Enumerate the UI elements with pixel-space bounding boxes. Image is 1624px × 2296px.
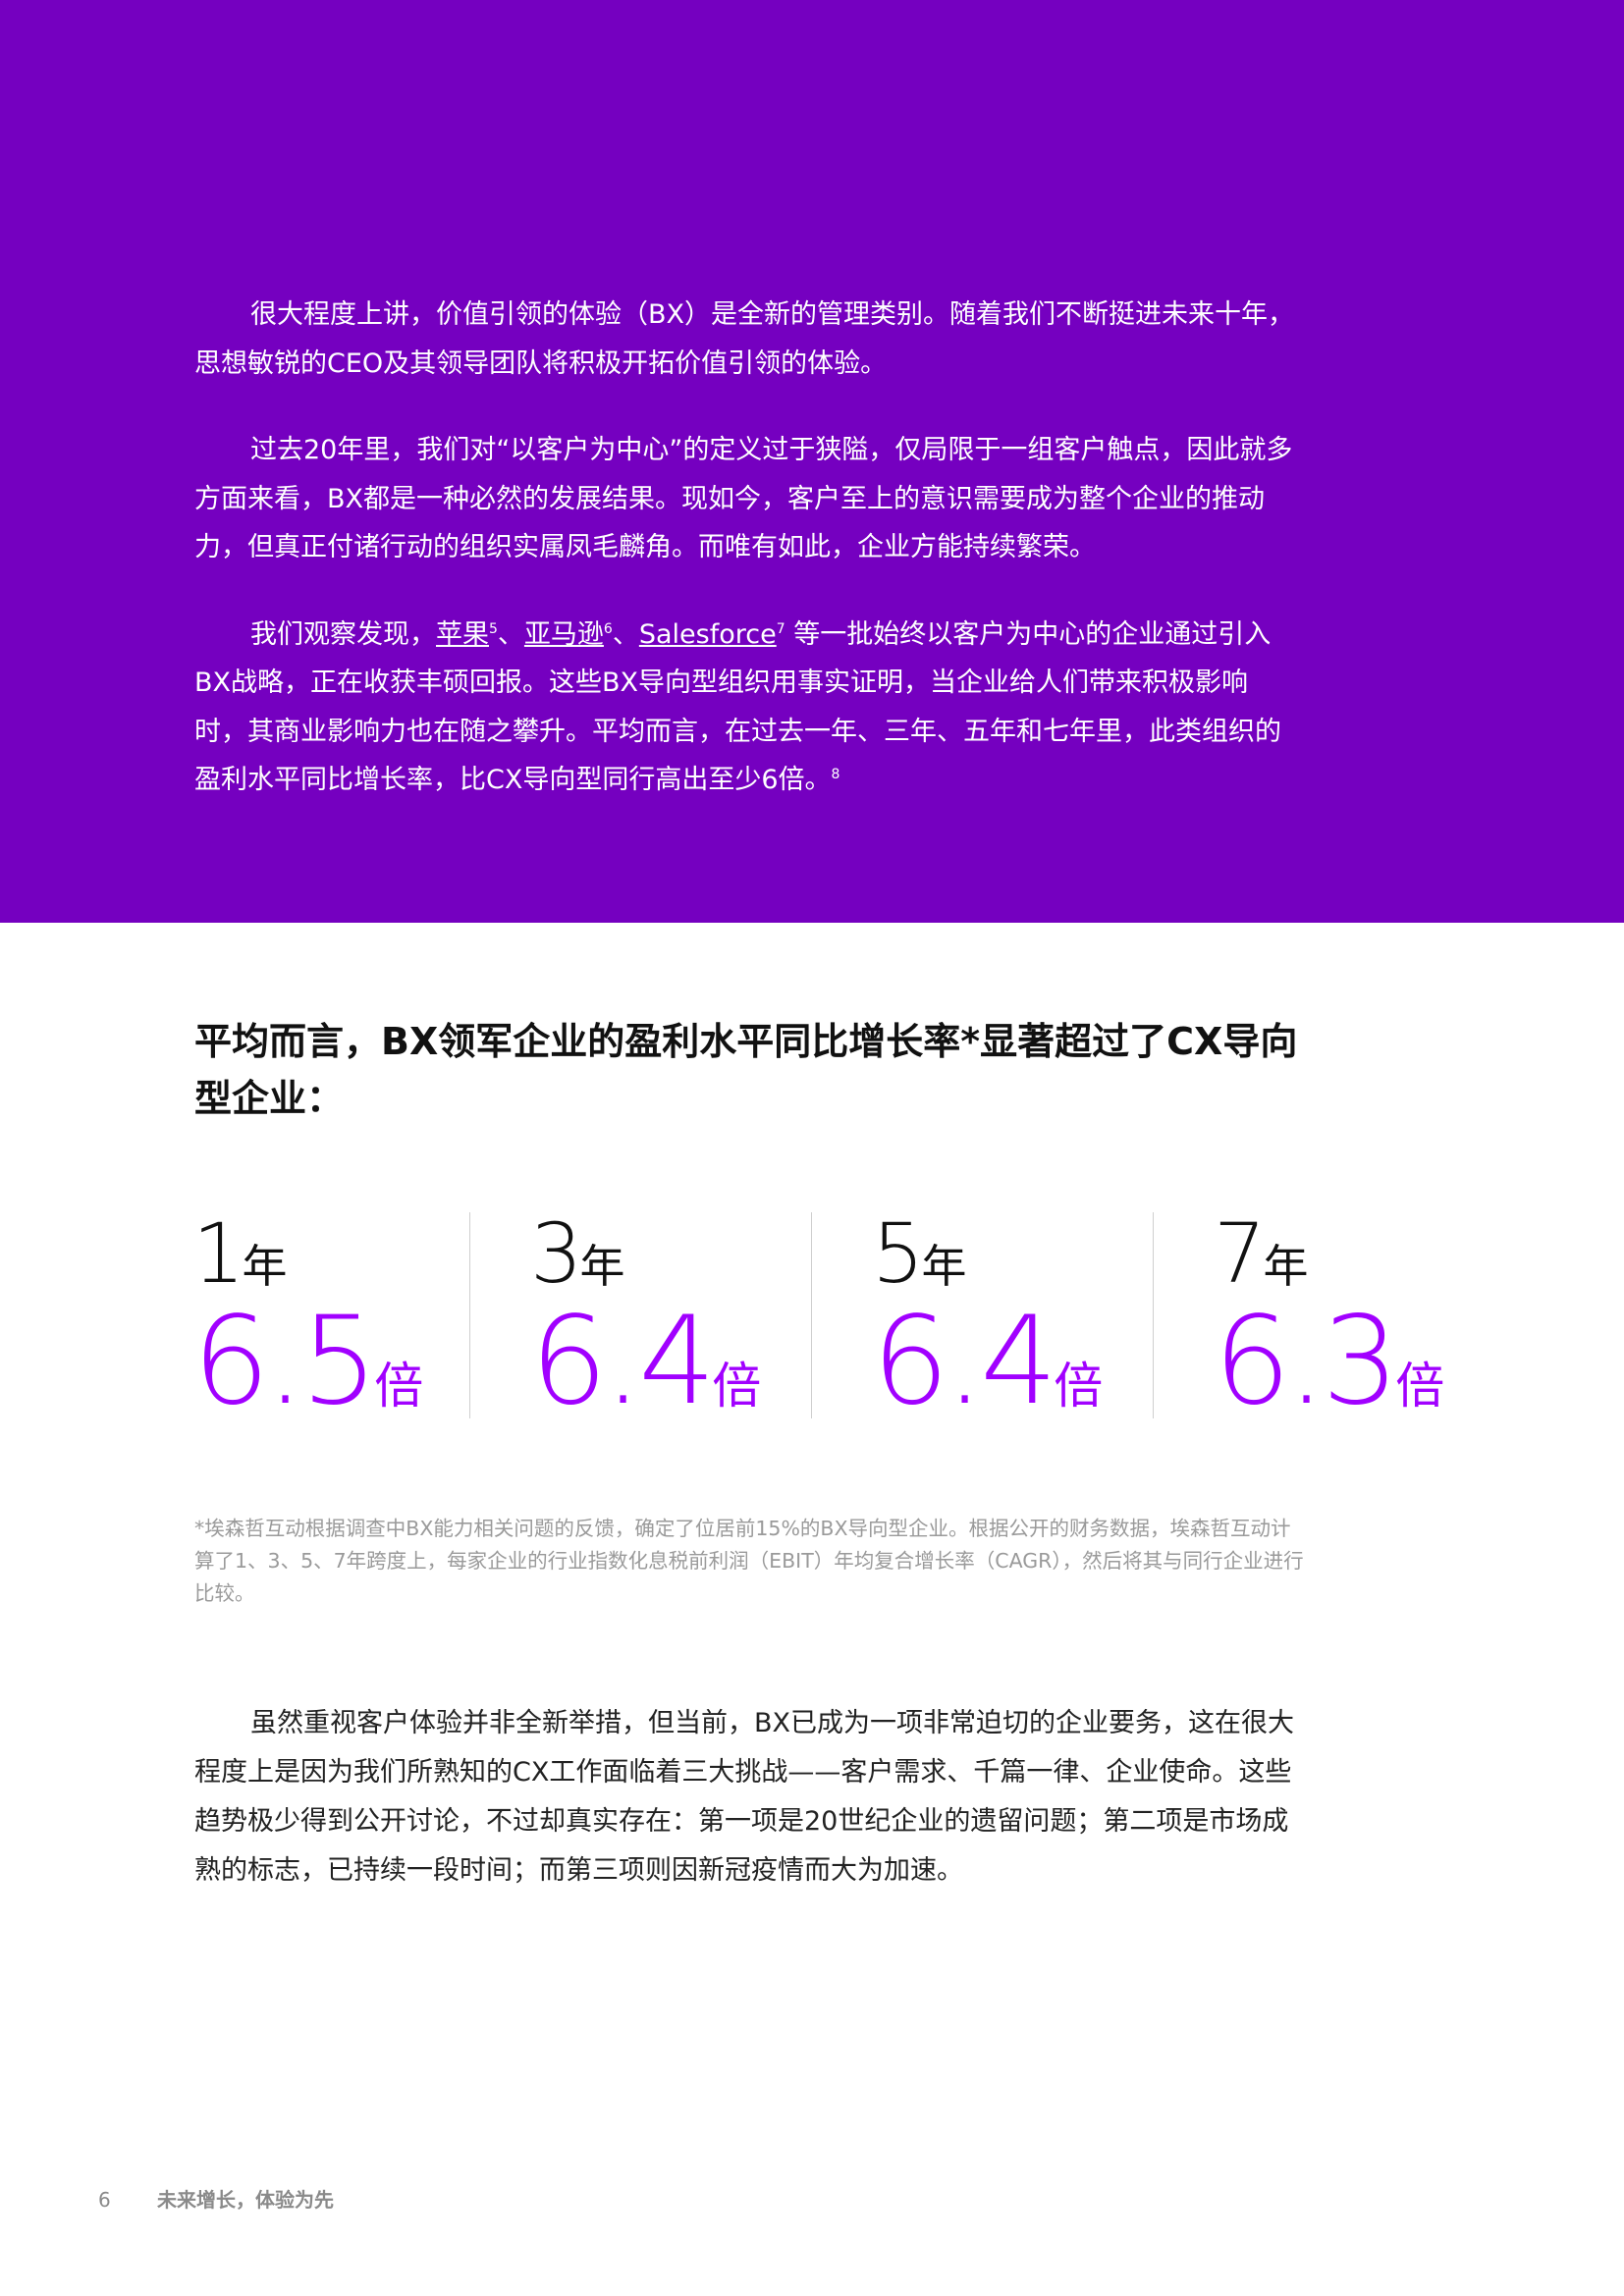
separator: 、: [612, 618, 639, 650]
multiple-unit: 倍: [1395, 1358, 1445, 1415]
multiple-unit: 倍: [1054, 1358, 1104, 1415]
stat-7-year: 7年 6.3倍: [1214, 1212, 1444, 1422]
stat-year: 1年: [192, 1212, 423, 1295]
year-unit: 年: [579, 1240, 625, 1293]
multiple-number: 6.4: [872, 1291, 1057, 1432]
stat-divider: [811, 1212, 812, 1418]
stat-divider: [469, 1212, 470, 1418]
hero-section: 很大程度上讲，价值引领的体验（BX）是全新的管理类别。随着我们不断挺进未来十年，…: [0, 0, 1624, 923]
separator: 、: [497, 618, 524, 650]
stat-multiple: 6.5倍: [192, 1301, 423, 1422]
multiple-unit: 倍: [712, 1358, 762, 1415]
methodology-footnote: *埃森哲互动根据调查中BX能力相关问题的反馈，确定了位居前15%的BX导向型企业…: [194, 1517, 1304, 1605]
hero-paragraph-1: 很大程度上讲，价值引领的体验（BX）是全新的管理类别。随着我们不断挺进未来十年，…: [194, 299, 1295, 379]
stats-row: 1年 6.5倍 3年 6.4倍 5年 6.4倍 7年 6.3倍: [192, 1212, 1449, 1423]
amazon-link[interactable]: 亚马逊: [524, 619, 604, 650]
multiple-unit: 倍: [374, 1358, 424, 1415]
stat-5-year: 5年 6.4倍: [872, 1212, 1103, 1422]
stat-year: 3年: [530, 1212, 761, 1295]
page-number: 6: [98, 2188, 111, 2212]
year-number: 5: [872, 1205, 924, 1302]
apple-link[interactable]: 苹果: [436, 619, 489, 650]
hero-text: 很大程度上讲，价值引领的体验（BX）是全新的管理类别。随着我们不断挺进未来十年，…: [194, 291, 1299, 843]
year-number: 1: [192, 1205, 244, 1302]
multiple-number: 6.5: [192, 1291, 378, 1432]
section-heading: 平均而言，BX领军企业的盈利水平同比增长率*显著超过了CX导向型企业：: [194, 1020, 1298, 1120]
stat-1-year: 1年 6.5倍: [192, 1212, 423, 1422]
stat-multiple: 6.4倍: [530, 1301, 761, 1422]
footnote-ref-5: 5: [489, 620, 498, 637]
stat-multiple: 6.4倍: [872, 1301, 1103, 1422]
footnote-ref-6: 6: [603, 620, 613, 637]
multiple-number: 6.3: [1214, 1291, 1399, 1432]
hero-p3-lead: 我们观察发现，: [250, 618, 436, 650]
year-unit: 年: [921, 1240, 967, 1293]
year-unit: 年: [242, 1240, 288, 1293]
body-paragraph: 虽然重视客户体验并非全新举措，但当前，BX已成为一项非常迫切的企业要务，这在很大…: [194, 1708, 1295, 1886]
stat-multiple: 6.3倍: [1214, 1301, 1444, 1422]
multiple-number: 6.4: [530, 1291, 716, 1432]
stat-divider: [1153, 1212, 1154, 1418]
stat-year: 7年: [1214, 1212, 1444, 1295]
stat-3-year: 3年 6.4倍: [530, 1212, 761, 1422]
document-title: 未来增长，体验为先: [157, 2188, 334, 2212]
hero-paragraph-2: 过去20年里，我们对“以客户为中心”的定义过于狭隘，仅局限于一组客户触点，因此就…: [194, 435, 1293, 562]
page-footer: 6 未来增长，体验为先: [98, 2184, 334, 2213]
hero-paragraph-3: 我们观察发现，苹果5、亚马逊6、Salesforce7 等一批始终以客户为中心的…: [194, 611, 1299, 805]
footnote-ref-8: 8: [831, 767, 840, 782]
salesforce-link[interactable]: Salesforce: [639, 619, 777, 650]
year-number: 3: [530, 1205, 582, 1302]
year-number: 7: [1214, 1205, 1266, 1302]
year-unit: 年: [1263, 1240, 1309, 1293]
footnote-ref-7: 7: [776, 620, 785, 637]
stat-year: 5年: [872, 1212, 1103, 1295]
